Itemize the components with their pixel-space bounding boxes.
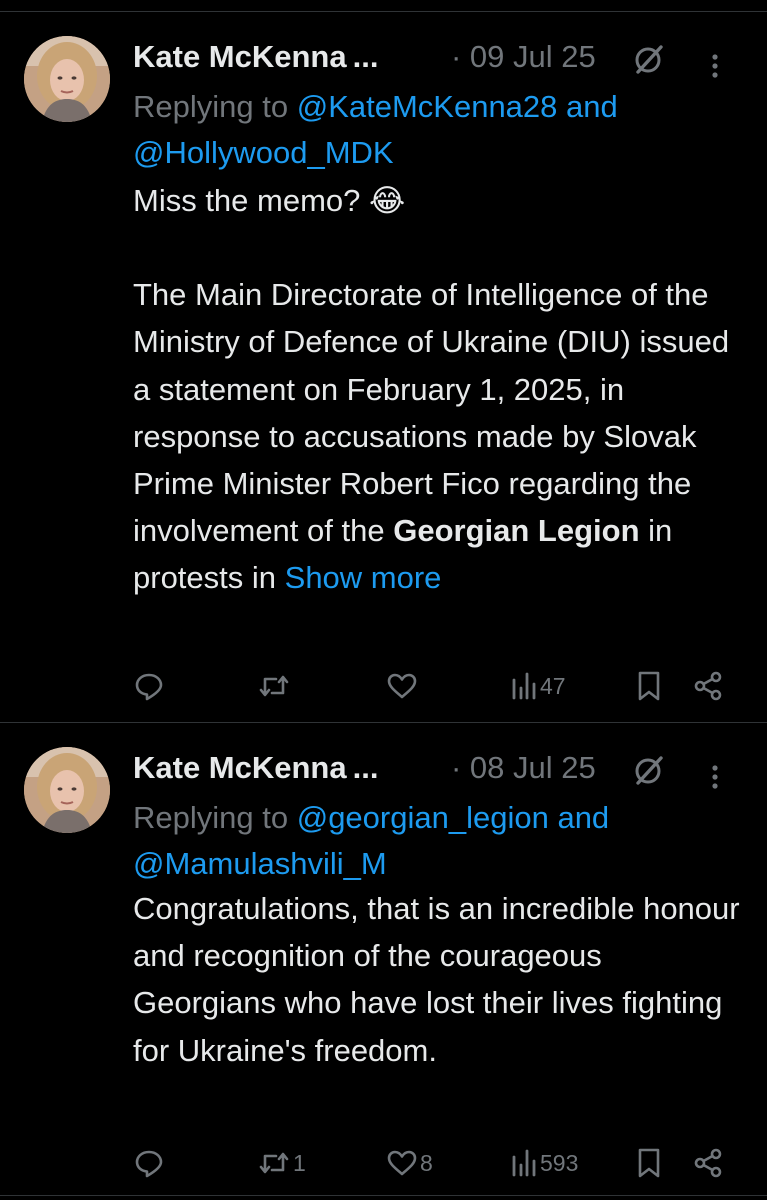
tweet-header: Kate McKenna... · 08 Jul 25: [133, 745, 733, 793]
author-ellipsis: ...: [352, 750, 379, 785]
author-name[interactable]: Kate McKenna: [133, 750, 347, 785]
heart-icon: [386, 670, 418, 702]
replying-to: Replying to @georgian_legion and @Mamula…: [133, 795, 753, 887]
tweet-actions: 1 8 593: [133, 1143, 733, 1183]
avatar[interactable]: [24, 747, 110, 833]
laughing-emoji: 😂: [369, 183, 406, 218]
reply-button[interactable]: [133, 666, 167, 706]
tweet-text-paragraph: The Main Directorate of Intelligence of …: [133, 277, 730, 549]
grok-icon[interactable]: [633, 753, 665, 785]
bold-text: Georgian Legion: [393, 513, 640, 549]
tweet-date[interactable]: · 09 Jul 25: [451, 34, 596, 80]
replying-to-label: Replying to: [133, 800, 289, 835]
tweet-text: Miss the memo? 😂 The Main Directorate of…: [133, 177, 753, 602]
share-icon: [693, 1148, 723, 1178]
like-count: 8: [420, 1149, 433, 1176]
views-icon: [510, 1147, 538, 1179]
bookmark-button[interactable]: [635, 1143, 663, 1183]
reply-icon: [133, 1147, 165, 1179]
reply-button[interactable]: [133, 1143, 167, 1183]
share-button[interactable]: [693, 666, 723, 706]
mention-and[interactable]: and: [566, 89, 618, 124]
more-options-icon[interactable]: [710, 757, 720, 789]
replying-to: Replying to @KateMcKenna28 and @Hollywoo…: [133, 84, 753, 176]
tweet-header: Kate McKenna... · 09 Jul 25: [133, 34, 733, 82]
tweet[interactable]: Kate McKenna... · 09 Jul 25 Replying to …: [0, 12, 767, 722]
tweet[interactable]: Kate McKenna... · 08 Jul 25 Replying to …: [0, 723, 767, 1193]
grok-icon[interactable]: [633, 42, 665, 74]
replying-to-label: Replying to: [133, 89, 289, 124]
tweet-actions: 47: [133, 666, 733, 706]
bookmark-button[interactable]: [635, 666, 663, 706]
share-icon: [693, 671, 723, 701]
author-ellipsis: ...: [352, 39, 379, 74]
avatar[interactable]: [24, 36, 110, 122]
mention-and[interactable]: and: [557, 800, 609, 835]
like-button[interactable]: [386, 666, 420, 706]
tweet-text: Congratulations, that is an incredible h…: [133, 885, 753, 1074]
mention-link[interactable]: @Hollywood_MDK: [133, 135, 394, 170]
mention-link[interactable]: @georgian_legion: [297, 800, 549, 835]
tweet-text-line: Miss the memo?: [133, 183, 361, 218]
share-button[interactable]: [693, 1143, 723, 1183]
views-button[interactable]: 47: [510, 666, 566, 706]
views-button[interactable]: 593: [510, 1143, 578, 1183]
tweet-divider: [0, 1195, 767, 1196]
reply-icon: [133, 670, 165, 702]
repost-icon: [257, 670, 291, 702]
repost-icon: [257, 1147, 291, 1179]
repost-count: 1: [293, 1149, 306, 1176]
repost-button[interactable]: [257, 666, 293, 706]
mention-link[interactable]: @Mamulashvili_M: [133, 846, 387, 881]
show-more-link[interactable]: Show more: [285, 560, 442, 595]
tweet-date[interactable]: · 08 Jul 25: [451, 745, 596, 791]
views-count: 47: [540, 672, 566, 699]
tweet-text-paragraph: Congratulations, that is an incredible h…: [133, 891, 740, 1068]
views-count: 593: [540, 1149, 579, 1176]
like-button[interactable]: 8: [386, 1143, 433, 1183]
repost-button[interactable]: 1: [257, 1143, 306, 1183]
mention-link[interactable]: @KateMcKenna28: [297, 89, 558, 124]
heart-icon: [386, 1147, 418, 1179]
more-options-icon[interactable]: [710, 46, 720, 78]
views-icon: [510, 670, 538, 702]
author-name[interactable]: Kate McKenna: [133, 39, 347, 74]
bookmark-icon: [635, 1146, 663, 1180]
bookmark-icon: [635, 669, 663, 703]
